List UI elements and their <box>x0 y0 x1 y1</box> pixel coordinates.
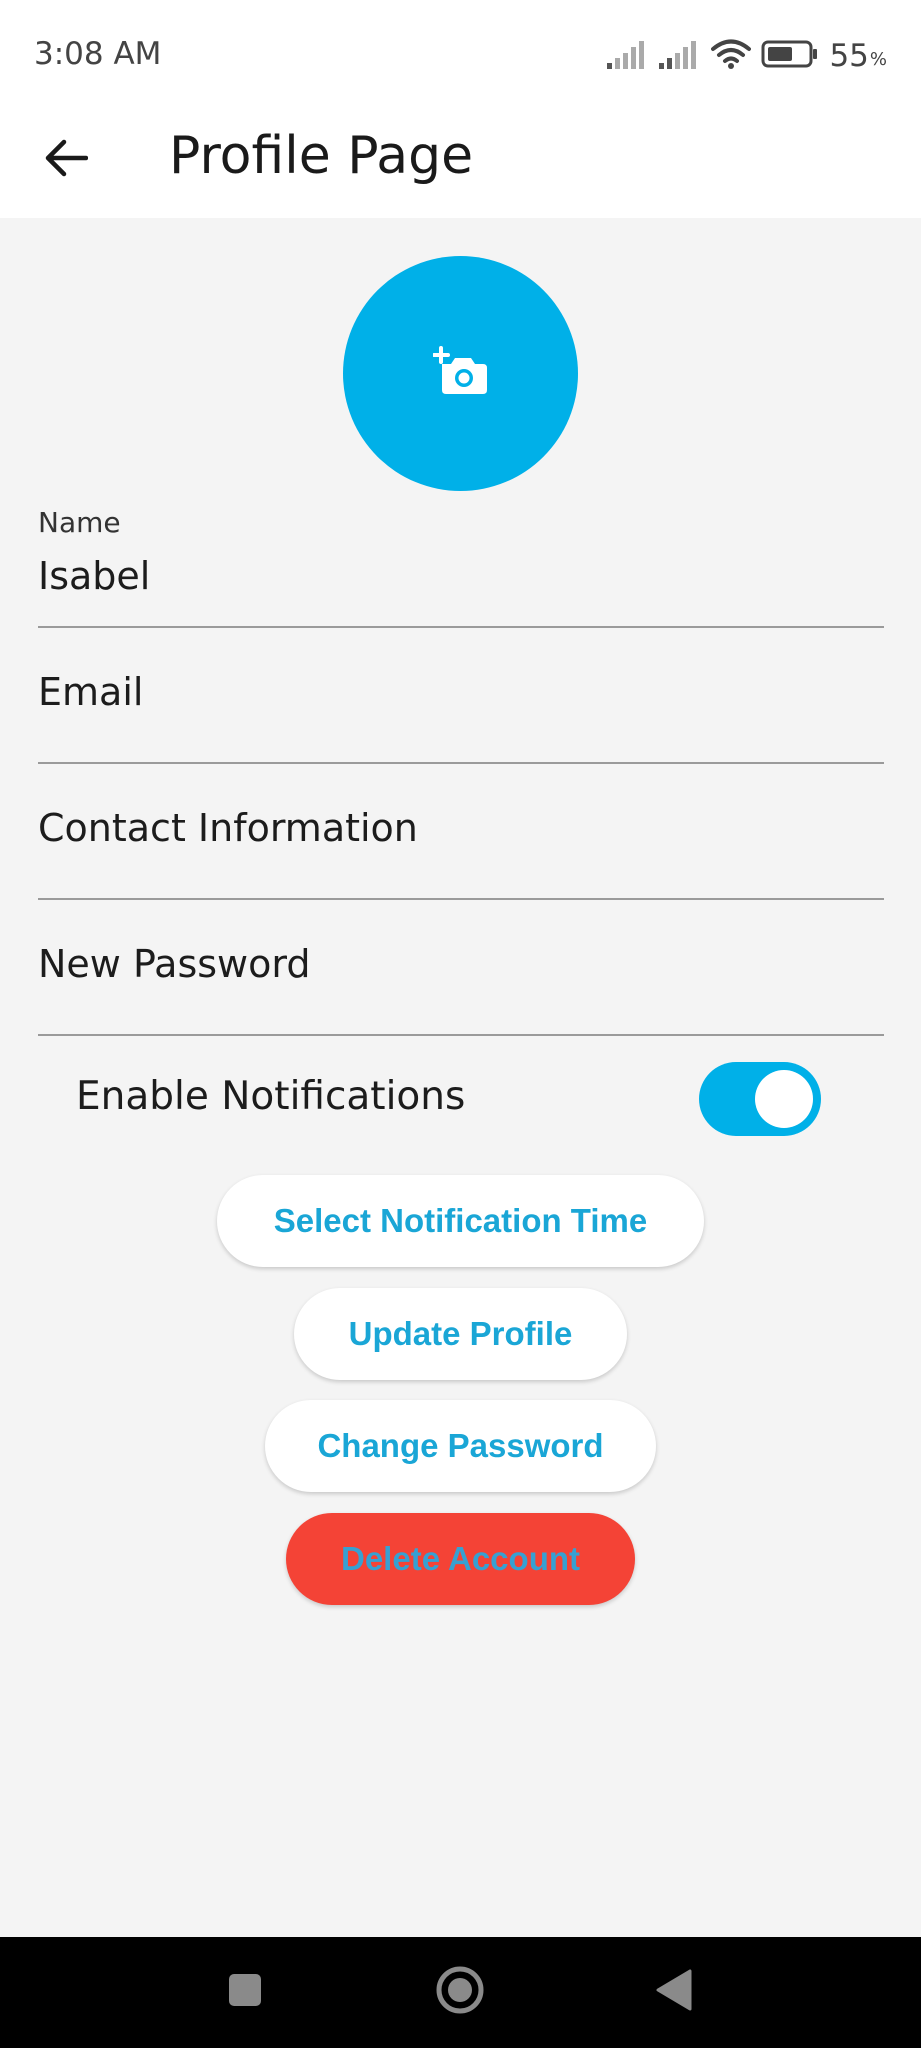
back-button[interactable] <box>34 128 98 192</box>
toggle-knob <box>755 1070 813 1128</box>
battery-percentage: 55% <box>829 38 887 74</box>
email-field[interactable]: Email <box>38 628 884 764</box>
notifications-toggle[interactable] <box>699 1062 821 1136</box>
back-nav-button[interactable] <box>641 1959 707 2025</box>
system-nav-bar <box>0 1937 921 2048</box>
status-bar: 3:08 AM 55 % <box>0 0 921 110</box>
delete-account-button[interactable]: Delete Account <box>286 1513 635 1605</box>
new-password-field[interactable]: New Password <box>38 900 884 1036</box>
new-password-placeholder: New Password <box>38 942 311 986</box>
name-value: Isabel <box>38 554 151 598</box>
change-password-button[interactable]: Change Password <box>265 1400 656 1492</box>
back-triangle-icon <box>654 1968 694 2017</box>
notifications-row: Enable Notifications <box>76 1058 821 1138</box>
status-time: 3:08 AM <box>34 36 162 72</box>
name-field[interactable]: Name Isabel <box>38 506 884 628</box>
home-button[interactable] <box>427 1959 493 2025</box>
name-label: Name <box>38 506 121 539</box>
back-arrow-icon <box>44 138 89 183</box>
home-circle-icon <box>435 1965 485 2020</box>
battery-level: 55 <box>829 38 869 74</box>
wifi-icon <box>711 38 752 75</box>
update-profile-button[interactable]: Update Profile <box>294 1288 627 1380</box>
signal-1-icon <box>607 39 649 74</box>
enable-notifications-label: Enable Notifications <box>76 1074 466 1119</box>
app-bar: Profile Page <box>0 110 921 218</box>
contact-information-field[interactable]: Contact Information <box>38 764 884 900</box>
recents-button[interactable] <box>212 1959 278 2025</box>
page-title: Profile Page <box>169 126 474 186</box>
status-icons: 55% <box>607 38 887 74</box>
battery-unit: % <box>869 49 887 70</box>
select-notification-time-button[interactable]: Select Notification Time <box>217 1175 704 1267</box>
add-a-photo-icon <box>431 346 489 401</box>
email-placeholder: Email <box>38 670 144 714</box>
avatar-add-photo-button[interactable] <box>343 256 578 491</box>
contact-information-placeholder: Contact Information <box>38 806 418 850</box>
recents-square-icon <box>227 1972 263 2013</box>
signal-2-icon <box>659 39 701 74</box>
battery-icon <box>761 39 819 74</box>
